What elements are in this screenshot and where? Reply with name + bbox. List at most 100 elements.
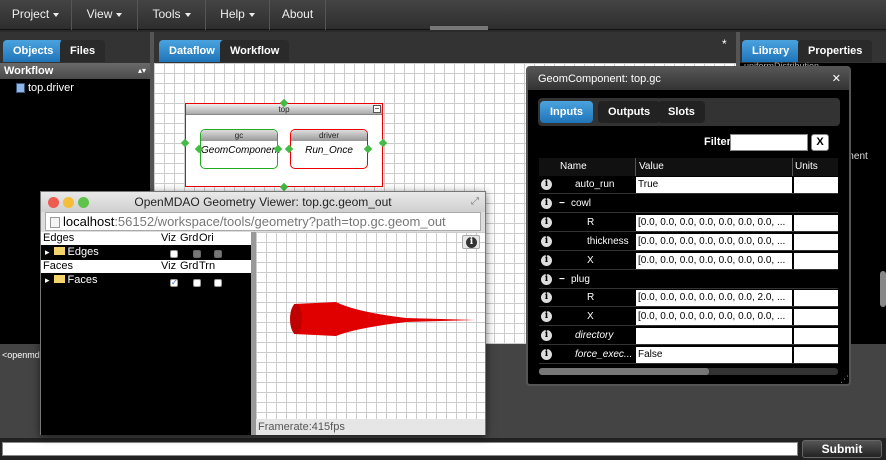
col-value[interactable]: Value: [639, 158, 664, 176]
property-value[interactable]: False: [636, 347, 792, 364]
scrollbar-thumb[interactable]: [539, 368, 709, 375]
table-row[interactable]: i auto_run True: [539, 176, 838, 194]
command-input[interactable]: [2, 442, 798, 456]
property-units[interactable]: [794, 347, 838, 364]
table-row[interactable]: i R [0.0, 0.0, 0.0, 0.0, 0.0, 0.0, 2.0, ..…: [539, 289, 838, 308]
info-icon[interactable]: i: [541, 311, 552, 323]
tree-item-faces[interactable]: ▸ Faces: [45, 274, 98, 286]
property-value[interactable]: [636, 328, 792, 345]
resize-icon[interactable]: ⤢: [471, 196, 479, 207]
splitter-handle[interactable]: [430, 26, 488, 30]
tab-slots[interactable]: Slots: [658, 101, 705, 123]
property-name: R: [587, 292, 595, 304]
horizontal-scrollbar[interactable]: [539, 368, 838, 375]
menu-view[interactable]: View: [72, 0, 138, 30]
property-units[interactable]: [794, 214, 838, 231]
tab-files[interactable]: Files: [60, 40, 106, 62]
info-icon[interactable]: i: [541, 330, 552, 342]
property-units[interactable]: [794, 252, 838, 269]
resize-grip-icon[interactable]: ⋰: [840, 374, 849, 385]
property-value[interactable]: [0.0, 0.0, 0.0, 0.0, 0.0, 0.0, 0.0, ...: [636, 214, 792, 231]
property-value[interactable]: [0.0, 0.0, 0.0, 0.0, 0.0, 0.0, 0.0, ...: [636, 309, 792, 326]
menu-tools[interactable]: Tools: [138, 0, 206, 30]
tab-library[interactable]: Library: [742, 40, 800, 62]
info-icon[interactable]: i: [541, 216, 552, 228]
table-row[interactable]: i X [0.0, 0.0, 0.0, 0.0, 0.0, 0.0, 0.0, ..…: [539, 308, 838, 327]
property-units[interactable]: [794, 309, 838, 326]
info-icon[interactable]: i: [541, 273, 552, 285]
property-value[interactable]: True: [636, 177, 792, 193]
tab-workflow[interactable]: Workflow: [220, 40, 290, 62]
scrollbar-thumb[interactable]: [880, 271, 886, 307]
property-value[interactable]: [0.0, 0.0, 0.0, 0.0, 0.0, 0.0, 0.0, ...: [636, 233, 792, 250]
table-row[interactable]: i − cowl: [539, 195, 838, 213]
table-row[interactable]: i − plug: [539, 271, 838, 289]
tab-dataflow[interactable]: Dataflow: [159, 40, 225, 62]
col-name[interactable]: Name: [560, 158, 587, 176]
info-icon[interactable]: i: [541, 349, 552, 361]
property-value[interactable]: [0.0, 0.0, 0.0, 0.0, 0.0, 0.0, 0.0, ...: [636, 252, 792, 269]
edges-header: Edges Viz Grd Ori: [41, 232, 251, 245]
faces-grd-checkbox[interactable]: [193, 279, 201, 287]
expand-icon[interactable]: ▸: [45, 247, 50, 257]
zoom-icon[interactable]: [78, 197, 89, 208]
info-icon[interactable]: i: [541, 179, 552, 190]
table-row[interactable]: i X [0.0, 0.0, 0.0, 0.0, 0.0, 0.0, 0.0, ..…: [539, 252, 838, 270]
tab-properties[interactable]: Properties: [798, 40, 873, 62]
info-button[interactable]: i: [462, 235, 480, 249]
chevron-down-icon: [184, 12, 191, 17]
submit-button[interactable]: Submit: [802, 440, 882, 458]
property-value[interactable]: [0.0, 0.0, 0.0, 0.0, 0.0, 0.0, 2.0, ...: [636, 290, 792, 307]
col-viz: Viz: [161, 260, 177, 272]
tab-outputs[interactable]: Outputs: [598, 101, 661, 123]
component-gc[interactable]: gc GeomComponent: [200, 129, 280, 169]
menu-help[interactable]: Help: [206, 0, 270, 30]
property-units[interactable]: [794, 328, 838, 345]
info-icon[interactable]: i: [541, 235, 552, 247]
table-row[interactable]: i R [0.0, 0.0, 0.0, 0.0, 0.0, 0.0, 0.0, ..…: [539, 214, 838, 232]
properties-titlebar[interactable]: GeomComponent: top.gc ✕: [528, 68, 849, 90]
edges-grd-checkbox[interactable]: [193, 250, 201, 258]
property-units[interactable]: [794, 233, 838, 250]
col-divider[interactable]: [792, 158, 793, 176]
edges-viz-checkbox[interactable]: [170, 250, 178, 258]
property-units[interactable]: [794, 290, 838, 307]
component-type: driver: [291, 130, 367, 141]
assembly-top[interactable]: top − gc GeomComponent driver Run_Once: [180, 98, 388, 192]
info-icon[interactable]: i: [541, 292, 552, 304]
close-icon[interactable]: [48, 197, 59, 208]
property-units[interactable]: [794, 177, 838, 193]
info-icon[interactable]: i: [541, 197, 552, 209]
url-bar[interactable]: localhost:56152/workspace/tools/geometry…: [45, 212, 481, 231]
geometry-viewport[interactable]: i Framerate:415fps: [256, 232, 485, 435]
col-units[interactable]: Units: [795, 158, 818, 176]
minimize-icon[interactable]: [63, 197, 74, 208]
workflow-section-header[interactable]: Workflow ▴▾: [0, 63, 150, 79]
menu-project[interactable]: Project: [0, 0, 72, 30]
faces-trn-checkbox[interactable]: [214, 279, 222, 287]
menu-about[interactable]: About: [270, 0, 326, 30]
tree-item-edges[interactable]: ▸ Edges: [45, 246, 99, 258]
filter-input[interactable]: [730, 134, 808, 151]
table-row[interactable]: i thickness [0.0, 0.0, 0.0, 0.0, 0.0, 0.0,…: [539, 233, 838, 251]
output-port[interactable]: [378, 138, 388, 148]
collapse-icon[interactable]: −: [559, 195, 565, 213]
tab-inputs[interactable]: Inputs: [540, 101, 593, 123]
table-row[interactable]: i directory: [539, 327, 838, 346]
collapse-icon[interactable]: −: [559, 271, 565, 289]
col-divider[interactable]: [635, 158, 636, 176]
edges-ori-checkbox[interactable]: [214, 250, 222, 258]
expand-icon[interactable]: ▸: [45, 275, 50, 285]
info-icon[interactable]: i: [541, 254, 552, 266]
clear-filter-button[interactable]: X: [811, 134, 829, 151]
faces-viz-checkbox[interactable]: ✓: [170, 279, 178, 287]
geometry-viewer-titlebar[interactable]: OpenMDAO Geometry Viewer: top.gc.geom_ou…: [41, 192, 485, 212]
close-icon[interactable]: ✕: [832, 68, 841, 90]
input-port[interactable]: [180, 138, 190, 148]
component-driver[interactable]: driver Run_Once: [290, 129, 368, 169]
tree-item-top-driver[interactable]: top.driver: [16, 82, 74, 94]
tab-objects[interactable]: Objects: [3, 40, 64, 62]
bottom-port[interactable]: [279, 182, 289, 192]
table-row[interactable]: i force_exec... False: [539, 346, 838, 365]
collapse-icon[interactable]: −: [373, 105, 381, 113]
